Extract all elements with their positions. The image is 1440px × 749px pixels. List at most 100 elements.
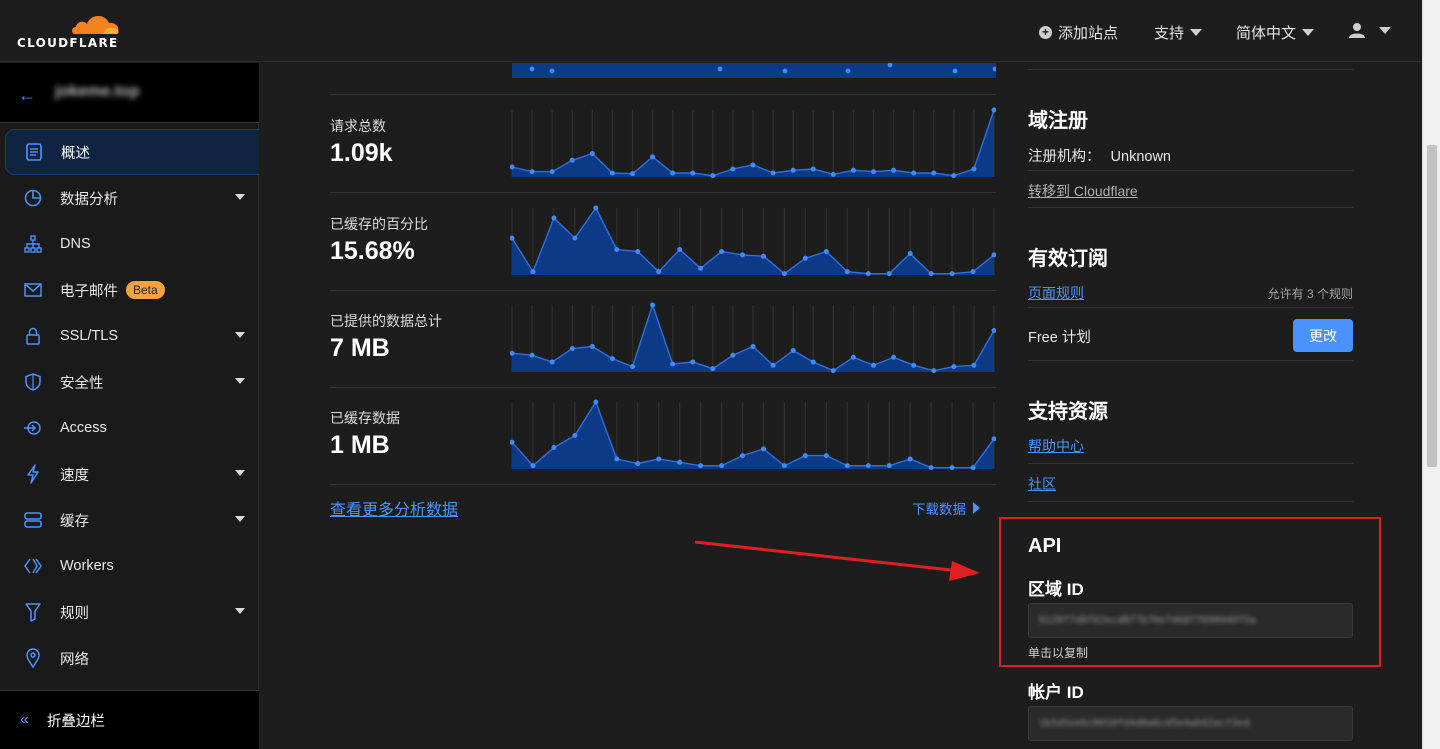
sparkline-point [970, 269, 976, 275]
transfer-link[interactable]: 转移到 Cloudflare [1028, 183, 1138, 199]
cloud-icon [72, 15, 119, 34]
sparkline-point [656, 269, 662, 275]
sparkline-point [970, 465, 976, 471]
add-site-button[interactable]: + 添加站点 [1039, 22, 1118, 43]
metric-label: 已缓存的百分比 [330, 216, 428, 232]
sitemap-icon [22, 233, 44, 255]
sparkline-point [730, 166, 736, 172]
divider [1028, 360, 1353, 361]
sparkline-point [850, 354, 856, 360]
sparkline-point [891, 167, 897, 173]
collapse-sidebar-button[interactable]: « 折叠边栏 [0, 690, 259, 749]
account-id-value: 1b5d5ee6c0010fd4d0a6cd5e4ab92acf3ed [1039, 718, 1250, 729]
sidebar-item-network[interactable]: 网络 [0, 635, 259, 681]
location-pin-icon [22, 647, 44, 669]
caret-right-icon [973, 502, 980, 514]
sparkline-chart[interactable] [510, 96, 996, 193]
sidebar-item-label: 电子邮件 [60, 283, 118, 300]
sparkline-point [589, 344, 595, 350]
metric-cached-percent: 已缓存的百分比 15.68% [330, 194, 996, 291]
resources-title: 支持资源 [1028, 401, 1108, 423]
sparkline-point [790, 348, 796, 354]
sparkline-point [650, 302, 656, 308]
sidebar-item-ssl-tls[interactable]: SSL/TLS [0, 313, 259, 359]
community-link[interactable]: 社区 [1028, 476, 1056, 492]
sparkline-point [572, 235, 578, 241]
sidebar-item-rules[interactable]: 规则 [0, 589, 259, 635]
sparkline-point [630, 171, 635, 177]
metric-requests: 请求总数 1.09k [330, 96, 996, 193]
account-menu[interactable] [1349, 22, 1391, 38]
chevron-down-icon [235, 470, 245, 476]
sparkline-point [549, 169, 555, 175]
sparkline-point [810, 166, 816, 172]
sparkline-point [931, 368, 937, 374]
sparkline-point [886, 463, 892, 469]
sparkline-point [589, 151, 595, 157]
sparkline-point [865, 271, 871, 277]
sidebar-item-dns[interactable]: DNS [0, 221, 259, 267]
document-icon [23, 141, 45, 163]
sparkline-point [971, 166, 977, 172]
lightning-icon [22, 463, 44, 485]
sparkline-point [891, 354, 897, 360]
sidebar-item-workers[interactable]: Workers [0, 543, 259, 589]
download-data-button[interactable]: 下载数据 [912, 498, 980, 518]
change-plan-button[interactable]: 更改 [1293, 319, 1353, 352]
vertical-scrollbar[interactable] [1422, 0, 1440, 749]
sparkline-point [670, 361, 676, 367]
view-more-analytics-link[interactable]: 查看更多分析数据 [330, 496, 458, 520]
sidebar-item-overview[interactable]: 概述 [5, 129, 259, 175]
sparkline-point [698, 265, 704, 271]
sparkline-point [830, 368, 836, 374]
sparkline-point [928, 271, 934, 277]
sidebar-item-speed[interactable]: 速度 [0, 451, 259, 497]
subscriptions-title: 有效订阅 [1028, 248, 1108, 270]
sparkline-chart[interactable] [510, 291, 996, 388]
sidebar-item-label: 概述 [61, 145, 90, 162]
sparkline-chart[interactable] [510, 388, 996, 485]
sparkline-point [677, 247, 683, 253]
sidebar-item-access[interactable]: Access [0, 405, 259, 451]
sparkline-point [844, 269, 850, 275]
sparkline-point [635, 249, 641, 255]
chevron-down-icon [235, 194, 245, 200]
sparkline-chart[interactable] [510, 194, 996, 291]
sparkline-point [949, 271, 955, 277]
sidebar-item-email[interactable]: 电子邮件 Beta [0, 267, 259, 313]
sidebar-item-caching[interactable]: 缓存 [0, 497, 259, 543]
sidebar-item-analytics[interactable]: 数据分析 [0, 175, 259, 221]
scrollbar-thumb[interactable] [1427, 145, 1437, 467]
chevron-down-icon [235, 608, 245, 614]
support-label: 支持 [1154, 25, 1185, 42]
sparkline-point [740, 453, 746, 459]
sidebar-item-label: 数据分析 [60, 191, 118, 208]
sidebar-item-label: 安全性 [60, 375, 104, 392]
divider [1028, 170, 1353, 171]
sparkline-point [593, 399, 599, 405]
sparkline-point [790, 167, 796, 173]
language-menu[interactable]: 简体中文 [1236, 22, 1315, 43]
metric-data-cached: 已缓存数据 1 MB [330, 388, 996, 485]
sidebar-item-label: DNS [60, 236, 91, 252]
divider [1028, 463, 1353, 464]
support-menu[interactable]: 支持 [1154, 22, 1203, 43]
account-id-field[interactable]: 1b5d5ee6c0010fd4d0a6cd5e4ab92acf3ed [1028, 706, 1353, 741]
sidebar-item-label: 规则 [60, 605, 89, 622]
sparkline-point [549, 359, 555, 365]
sidebar-item-security[interactable]: 安全性 [0, 359, 259, 405]
help-center-link[interactable]: 帮助中心 [1028, 438, 1084, 454]
domain-name: jokeme.top [55, 83, 140, 100]
back-arrow-icon[interactable]: ← [18, 85, 36, 106]
cloudflare-logo[interactable]: CLOUDFLARE [17, 10, 127, 52]
language-label: 简体中文 [1236, 25, 1297, 42]
chevron-down-icon [1190, 29, 1203, 36]
sparkline-point [690, 359, 696, 365]
storage-icon [22, 509, 44, 531]
sparkline-point [609, 170, 615, 176]
sparkline-point [750, 344, 756, 350]
page-rules-link[interactable]: 页面规则 [1028, 285, 1084, 301]
sparkline-point [614, 456, 620, 462]
sparkline-point [614, 247, 620, 253]
sparkline-point [886, 271, 892, 277]
